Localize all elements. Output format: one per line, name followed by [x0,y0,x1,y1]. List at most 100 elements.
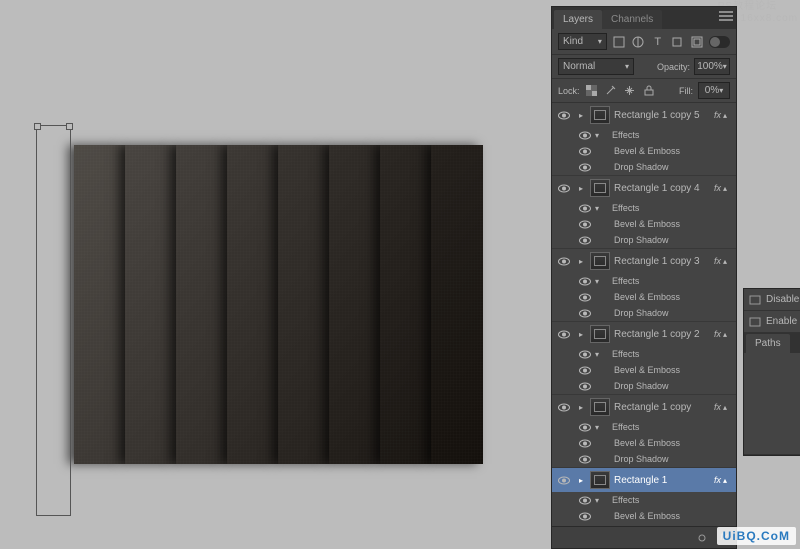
expand-twisty-icon[interactable]: ▸ [576,403,586,412]
layer-item[interactable]: ▸ Rectangle 1 copyfx▴ ▾EffectsBevel & Embo… [552,395,736,468]
layer-name-label[interactable]: Rectangle 1 copy [614,402,714,413]
fx-badge[interactable]: fx [714,110,721,120]
visibility-toggle[interactable] [552,184,576,193]
expand-twisty-icon[interactable]: ▸ [576,330,586,339]
effect-visibility-toggle[interactable] [578,293,592,302]
filter-shape-icon[interactable] [670,34,686,50]
effects-header-row[interactable]: ▾Effects [552,346,736,362]
link-layers-icon[interactable] [694,530,710,546]
fx-collapse-icon[interactable]: ▴ [723,184,733,193]
effects-header-row[interactable]: ▾Effects [552,419,736,435]
filter-smart-icon[interactable] [689,34,705,50]
effects-twisty-icon[interactable]: ▾ [595,496,605,505]
panel-menu-icon[interactable] [719,11,733,23]
effect-visibility-toggle[interactable] [578,366,592,375]
fx-collapse-icon[interactable]: ▴ [723,257,733,266]
effects-visibility-toggle[interactable] [578,277,592,286]
effect-visibility-toggle[interactable] [578,147,592,156]
effects-twisty-icon[interactable]: ▾ [595,350,605,359]
effects-header-row[interactable]: ▾Effects [552,200,736,216]
effects-header-row[interactable]: ▾Effects [552,127,736,143]
filter-toggle-switch[interactable] [709,36,730,48]
layer-effect-row[interactable]: Drop Shadow [552,232,736,248]
visibility-toggle[interactable] [552,111,576,120]
visibility-toggle[interactable] [552,403,576,412]
layer-effect-row[interactable]: Drop Shadow [552,159,736,175]
layer-effect-row[interactable]: Bevel & Emboss [552,362,736,378]
fx-collapse-icon[interactable]: ▴ [723,403,733,412]
visibility-toggle[interactable] [552,330,576,339]
enable-layer-effects-row[interactable]: Enable layer [744,311,800,333]
visibility-toggle[interactable] [552,476,576,485]
effect-visibility-toggle[interactable] [578,439,592,448]
layer-name-label[interactable]: Rectangle 1 copy 4 [614,183,714,194]
layer-effect-row[interactable]: Drop Shadow [552,378,736,394]
color-range-row[interactable]: Color Ra [744,433,800,455]
fx-badge[interactable]: fx [714,475,721,485]
visibility-toggle[interactable] [552,257,576,266]
opacity-input[interactable]: 100%▾ [694,58,730,75]
effects-visibility-toggle[interactable] [578,204,592,213]
fx-collapse-icon[interactable]: ▴ [723,476,733,485]
layer-thumbnail[interactable] [590,325,610,343]
filter-kind-select[interactable]: Kind▾ [558,33,607,50]
effects-twisty-icon[interactable]: ▾ [595,277,605,286]
effects-visibility-toggle[interactable] [578,423,592,432]
fx-badge[interactable]: fx [714,256,721,266]
layer-name-label[interactable]: Rectangle 1 [614,475,714,486]
expand-twisty-icon[interactable]: ▸ [576,257,586,266]
layer-row[interactable]: ▸ Rectangle 1 copyfx▴ [552,395,736,419]
layer-item[interactable]: ▸Rectangle 1 copy 2fx▴▾EffectsBevel & Em… [552,322,736,395]
fx-badge[interactable]: fx [714,183,721,193]
disable-layer-effects-row[interactable]: Disable layer [744,289,800,311]
blend-mode-select[interactable]: Normal▾ [558,58,634,75]
effect-visibility-toggle[interactable] [578,220,592,229]
layer-name-label[interactable]: Rectangle 1 copy 3 [614,256,714,267]
lock-all-icon[interactable] [642,84,656,98]
layer-name-label[interactable]: Rectangle 1 copy 5 [614,110,714,121]
layer-thumbnail[interactable] [590,179,610,197]
filter-adjustment-icon[interactable] [630,34,646,50]
layer-thumbnail[interactable] [590,471,610,489]
fx-collapse-icon[interactable]: ▴ [723,111,733,120]
layer-effect-row[interactable]: Bevel & Emboss [552,508,736,524]
expand-twisty-icon[interactable]: ▸ [576,111,586,120]
layer-effect-row[interactable]: Bevel & Emboss [552,143,736,159]
layer-effect-row[interactable]: Bevel & Emboss [552,435,736,451]
layer-effect-row[interactable]: Drop Shadow [552,451,736,467]
layer-effect-row[interactable]: Bevel & Emboss [552,289,736,305]
layer-row[interactable]: ▸Rectangle 1 copy 2fx▴ [552,322,736,346]
layer-row[interactable]: ▸ Rectangle 1 copy 3fx▴ [552,249,736,273]
lock-transparency-icon[interactable] [585,84,599,98]
fx-badge[interactable]: fx [714,329,721,339]
layer-row[interactable]: ▸ Rectangle 1 copy 4fx▴ [552,176,736,200]
effects-twisty-icon[interactable]: ▾ [595,131,605,140]
fill-input[interactable]: 0%▾ [698,82,730,99]
tab-channels[interactable]: Channels [602,10,662,29]
effects-visibility-toggle[interactable] [578,350,592,359]
layer-thumbnail[interactable] [590,398,610,416]
effect-visibility-toggle[interactable] [578,309,592,318]
fx-badge[interactable]: fx [714,402,721,412]
layer-effect-row[interactable]: Drop Shadow [552,305,736,321]
effects-twisty-icon[interactable]: ▾ [595,423,605,432]
expand-twisty-icon[interactable]: ▸ [576,476,586,485]
effects-visibility-toggle[interactable] [578,496,592,505]
transform-bounding-box[interactable] [36,125,71,516]
layer-item[interactable]: ▸ Rectangle 1 copy 5fx▴ ▾EffectsBevel & Em… [552,103,736,176]
lock-position-icon[interactable] [623,84,637,98]
document-canvas[interactable] [74,145,483,464]
fx-collapse-icon[interactable]: ▴ [723,330,733,339]
effect-visibility-toggle[interactable] [578,236,592,245]
effect-visibility-toggle[interactable] [578,512,592,521]
expand-twisty-icon[interactable]: ▸ [576,184,586,193]
layer-item[interactable]: ▸ Rectangle 1 copy 4fx▴ ▾EffectsBevel & Em… [552,176,736,249]
tab-paths[interactable]: Paths [746,334,790,353]
effects-visibility-toggle[interactable] [578,131,592,140]
layer-item[interactable]: ▸Rectangle 1fx▴▾EffectsBevel & EmbossDro… [552,468,736,529]
layer-effect-row[interactable]: Bevel & Emboss [552,216,736,232]
layer-thumbnail[interactable] [590,106,610,124]
filter-pixel-icon[interactable] [611,34,627,50]
layer-thumbnail[interactable] [590,252,610,270]
effect-visibility-toggle[interactable] [578,455,592,464]
